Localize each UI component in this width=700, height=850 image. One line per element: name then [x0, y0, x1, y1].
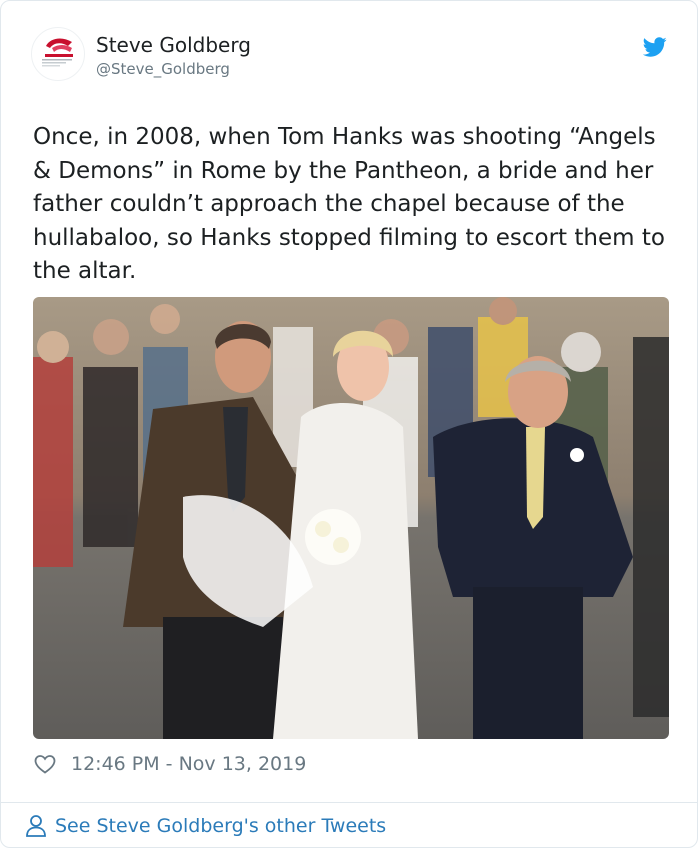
- person-icon: [26, 815, 46, 837]
- author-handle[interactable]: @Steve_Goldberg: [96, 60, 230, 78]
- footer-divider: [1, 802, 697, 803]
- heart-icon[interactable]: [33, 752, 57, 776]
- scale-finance-logo: [42, 38, 73, 67]
- other-tweets-label[interactable]: See Steve Goldberg's other Tweets: [55, 815, 386, 837]
- twitter-bird-icon[interactable]: [643, 35, 667, 59]
- avatar[interactable]: [31, 27, 85, 81]
- other-tweets-link[interactable]: See Steve Goldberg's other Tweets: [25, 811, 386, 841]
- wedding-photo: [33, 297, 669, 739]
- tweet-header: Steve Goldberg @Steve_Goldberg: [31, 27, 671, 87]
- tweet-photo[interactable]: [33, 297, 669, 739]
- tweet-meta: 12:46 PM - Nov 13, 2019: [33, 749, 673, 779]
- tweet-text: Once, in 2008, when Tom Hanks was shooti…: [33, 124, 665, 284]
- tweet-timestamp[interactable]: 12:46 PM - Nov 13, 2019: [71, 753, 306, 775]
- author-display-name[interactable]: Steve Goldberg: [96, 33, 251, 57]
- tweet-card: Steve Goldberg @Steve_Goldberg Once, in …: [0, 0, 698, 848]
